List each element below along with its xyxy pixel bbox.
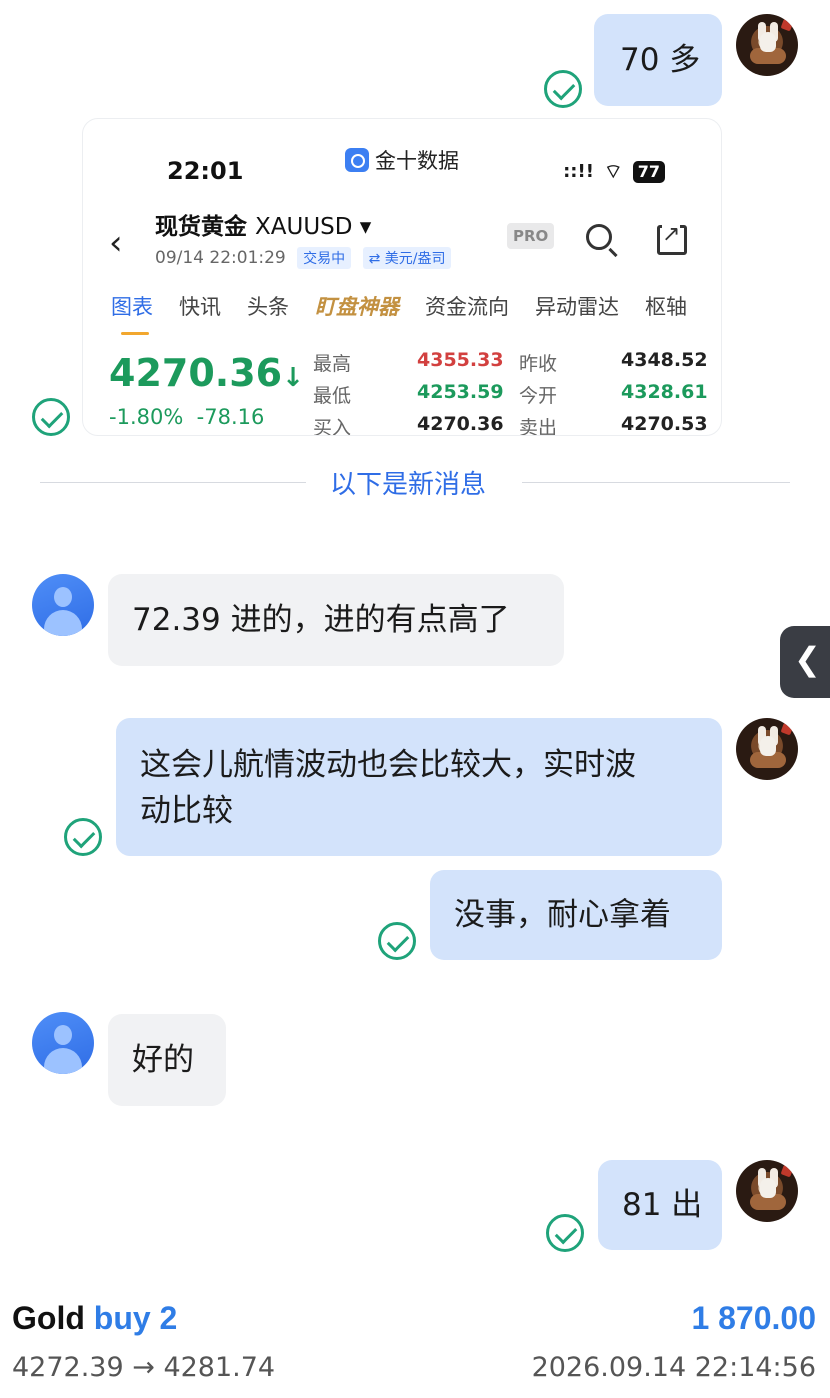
message-text: 没事，耐心拿着 <box>454 897 671 933</box>
message-bubble[interactable]: 好的 <box>108 1014 226 1106</box>
message-bubble[interactable]: 70 多 <box>594 14 722 106</box>
status-time: 22:01 <box>167 157 244 185</box>
pro-badge[interactable]: PRO <box>507 223 555 249</box>
tab-flash[interactable]: 快讯 <box>179 291 221 321</box>
tab-chart[interactable]: 图表 <box>111 291 153 335</box>
instrument-symbol[interactable]: XAUUSD ▾ <box>255 214 371 240</box>
price-change: -1.80% -78.16 <box>109 405 264 429</box>
trade-profit: 1 870.00 <box>691 1300 816 1336</box>
price-value: 4270.36 <box>109 351 283 395</box>
app-name: 金十数据 <box>375 149 459 173</box>
message-text: 好的 <box>132 1042 194 1078</box>
trade-timestamp: 2026.09.14 22:14:56 <box>531 1352 816 1383</box>
side-panel-handle[interactable] <box>780 626 830 698</box>
down-arrow-icon: ↓ <box>282 363 304 393</box>
back-arrow-icon[interactable]: ‹ <box>109 223 123 263</box>
stat-prev-close-value: 4348.52 <box>621 349 708 371</box>
quote-tabs: 图表 快讯 头条 盯盘神器 资金流向 异动雷达 枢轴 <box>111 291 687 335</box>
tab-pivot[interactable]: 枢轴 <box>645 291 687 321</box>
message-bubble[interactable]: 72.39 进的，进的有点高了 <box>108 574 564 666</box>
trading-status-badge: 交易中 <box>297 247 352 269</box>
quote-screenshot-card[interactable]: 22:01 金十数据 ::!! ⌔ 77 ‹ 现货黄金 XAUUSD ▾ 09/1… <box>82 118 722 436</box>
tab-radar[interactable]: 异动雷达 <box>535 291 619 321</box>
stat-high-value: 4355.33 <box>417 349 504 371</box>
stat-low-value: 4253.59 <box>417 381 504 403</box>
user-avatar[interactable] <box>736 1160 798 1222</box>
stat-buy-value: 4270.36 <box>417 413 504 435</box>
read-check-icon <box>546 1214 584 1252</box>
message-bubble[interactable]: 81 出 <box>598 1160 722 1250</box>
app-brand: 金十数据 <box>345 145 459 175</box>
instrument-name: 现货黄金 <box>155 214 247 240</box>
currency-badge: ⇄ 美元/盎司 <box>362 247 452 269</box>
user-avatar[interactable] <box>736 718 798 780</box>
trade-title: Gold buy 2 <box>12 1300 177 1337</box>
stat-open-label: 今开 <box>519 385 558 407</box>
last-price: 4270.36↓ <box>109 351 304 395</box>
read-check-icon <box>64 818 102 856</box>
read-check-icon <box>544 70 582 108</box>
search-icon[interactable] <box>586 224 612 250</box>
divider-line <box>40 482 306 483</box>
status-icons: ::!! ⌔ 77 <box>563 159 665 184</box>
contact-avatar[interactable] <box>32 574 94 636</box>
message-bubble[interactable]: 没事，耐心拿着 <box>430 870 722 960</box>
trade-prices: 4272.39 → 4281.74 <box>12 1352 276 1383</box>
stat-high-label: 最高 <box>313 353 352 375</box>
stat-buy-label: 买入 <box>313 417 352 436</box>
wifi-icon: ⌔ <box>603 159 623 183</box>
stat-sell-value: 4270.53 <box>621 413 708 435</box>
divider-line <box>522 482 790 483</box>
message-text: 70 多 <box>620 42 701 78</box>
share-icon[interactable] <box>657 222 687 255</box>
user-avatar[interactable] <box>736 14 798 76</box>
stat-open-value: 4328.61 <box>621 381 708 403</box>
tab-watch-tool[interactable]: 盯盘神器 <box>315 291 399 321</box>
quote-datetime: 09/14 22:01:29 <box>155 248 286 268</box>
change-percent: -1.80% <box>109 405 184 429</box>
battery-icon: 77 <box>632 160 665 183</box>
tab-headlines[interactable]: 头条 <box>247 291 289 321</box>
stat-sell-label: 卖出 <box>519 417 558 436</box>
signal-icon: ::!! <box>563 161 594 182</box>
message-text-line: 动比较 <box>140 793 233 829</box>
tab-fund-flow[interactable]: 资金流向 <box>425 291 509 321</box>
read-check-icon <box>32 398 70 436</box>
instrument-title: 现货黄金 XAUUSD ▾ <box>155 207 371 241</box>
message-text: 72.39 进的，进的有点高了 <box>132 602 510 638</box>
stat-prev-close-label: 昨收 <box>519 353 558 375</box>
message-text-line: 这会儿航情波动也会比较大，实时波 <box>140 747 636 783</box>
trade-action: buy 2 <box>93 1300 178 1336</box>
message-bubble[interactable]: 这会儿航情波动也会比较大，实时波 动比较 <box>116 718 722 856</box>
message-text: 81 出 <box>622 1187 703 1223</box>
trade-asset: Gold <box>12 1300 85 1336</box>
stat-low-label: 最低 <box>313 385 352 407</box>
read-check-icon <box>378 922 416 960</box>
change-absolute: -78.16 <box>196 405 265 429</box>
quote-datetime-row: 09/14 22:01:29 交易中 ⇄ 美元/盎司 <box>155 247 452 269</box>
new-messages-label: 以下是新消息 <box>330 470 487 500</box>
jin10-logo-icon <box>345 148 369 172</box>
contact-avatar[interactable] <box>32 1012 94 1074</box>
